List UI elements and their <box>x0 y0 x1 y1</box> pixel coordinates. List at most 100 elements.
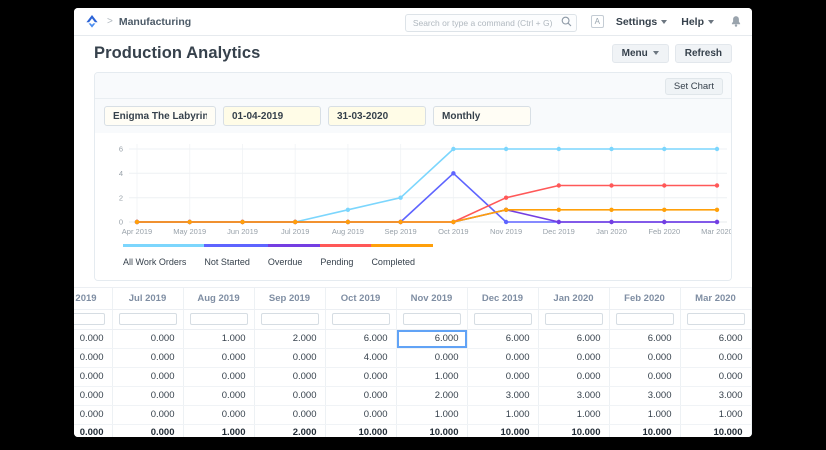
table-cell[interactable]: 0.000 <box>112 367 184 387</box>
table-cell[interactable]: 6.000 <box>325 329 397 349</box>
table-cell[interactable]: 0.000 <box>254 348 326 368</box>
svg-text:Dec 2019: Dec 2019 <box>543 227 575 236</box>
table-cell[interactable]: 0.000 <box>112 423 184 437</box>
table-cell[interactable]: 0.000 <box>538 348 610 368</box>
table-cell[interactable]: 0.000 <box>325 367 397 387</box>
column-filter-input[interactable] <box>544 312 603 325</box>
table-cell[interactable]: 0.000 <box>254 405 326 425</box>
set-chart-button[interactable]: Set Chart <box>664 78 723 95</box>
column-header[interactable]: Jun 2019 <box>74 288 113 310</box>
column-header[interactable]: Oct 2019 <box>325 288 397 310</box>
table-cell[interactable]: 1.000 <box>609 405 681 425</box>
legend-color-bar <box>267 244 321 247</box>
table-cell[interactable]: 4.000 <box>325 348 397 368</box>
column-header[interactable]: Sep 2019 <box>254 288 326 310</box>
table-cell[interactable]: 6.000 <box>680 329 752 349</box>
table-cell[interactable]: 1.000 <box>538 405 610 425</box>
help-menu[interactable]: Help <box>681 16 714 28</box>
breadcrumb[interactable]: Manufacturing <box>119 16 191 28</box>
table-cell[interactable]: 10.000 <box>325 423 397 437</box>
table-cell[interactable]: 6.000 <box>396 329 468 349</box>
table-cell[interactable]: 0.000 <box>112 405 184 425</box>
table-cell[interactable]: 1.000 <box>396 405 468 425</box>
table-cell[interactable]: 0.000 <box>538 367 610 387</box>
svg-text:Jan 2020: Jan 2020 <box>596 227 627 236</box>
settings-menu[interactable]: Settings <box>616 16 668 28</box>
app-logo-icon[interactable] <box>84 14 100 29</box>
column-header[interactable]: Aug 2019 <box>183 288 255 310</box>
table-cell[interactable]: 3.000 <box>467 386 539 406</box>
filter-range[interactable] <box>433 106 531 126</box>
column-filter-input[interactable] <box>260 312 319 325</box>
table-cell[interactable]: 0.000 <box>112 386 184 406</box>
table-cell[interactable]: 10.000 <box>396 423 468 437</box>
filter-to-date[interactable] <box>328 106 426 126</box>
column-filter-input[interactable] <box>118 312 177 325</box>
table-cell[interactable]: 0.000 <box>609 367 681 387</box>
table-cell[interactable]: 0.000 <box>680 367 752 387</box>
table-cell[interactable]: 1.000 <box>467 405 539 425</box>
column-filter-input[interactable] <box>686 312 745 325</box>
shortcut-a-badge[interactable]: A <box>590 15 604 28</box>
column-filter-input[interactable] <box>331 312 390 325</box>
table-cell[interactable]: 1.000 <box>183 423 255 437</box>
column-filter-input[interactable] <box>473 312 532 325</box>
table-cell[interactable]: 3.000 <box>538 386 610 406</box>
table-cell[interactable]: 0.000 <box>183 367 255 387</box>
table-cell[interactable]: 3.000 <box>609 386 681 406</box>
table-cell[interactable]: 1.000 <box>396 367 468 387</box>
filter-company[interactable] <box>104 106 216 126</box>
table-cell[interactable]: 6.000 <box>609 329 681 349</box>
table-cell[interactable]: 2.000 <box>254 329 326 349</box>
column-filter-input[interactable] <box>402 312 461 325</box>
table-cell[interactable]: 10.000 <box>467 423 539 437</box>
refresh-button[interactable]: Refresh <box>674 43 732 63</box>
svg-text:Jun 2019: Jun 2019 <box>227 227 258 236</box>
table-cell[interactable]: 0.000 <box>325 405 397 425</box>
column-filter-input[interactable] <box>74 312 106 325</box>
table-cell[interactable]: 0.000 <box>254 367 326 387</box>
table-cell[interactable]: 6.000 <box>538 329 610 349</box>
table-cell[interactable]: 0.000 <box>183 405 255 425</box>
table-cell[interactable]: 0.000 <box>74 405 113 425</box>
table-cell[interactable]: 6.000 <box>467 329 539 349</box>
column-header[interactable]: Jan 2020 <box>538 288 610 310</box>
column-filter-input[interactable] <box>189 312 248 325</box>
table-cell[interactable]: 0.000 <box>325 386 397 406</box>
table-cell[interactable]: 10.000 <box>609 423 681 437</box>
table-cell[interactable]: 0.000 <box>74 386 113 406</box>
column-filter-input[interactable] <box>615 312 674 325</box>
column-header[interactable]: Feb 2020 <box>609 288 681 310</box>
table-cell[interactable]: 0.000 <box>183 386 255 406</box>
column-header[interactable]: Dec 2019 <box>467 288 539 310</box>
table-cell[interactable]: 0.000 <box>112 329 184 349</box>
table-cell[interactable]: 0.000 <box>254 386 326 406</box>
table-cell[interactable]: 10.000 <box>680 423 752 437</box>
table-cell[interactable]: 2.000 <box>396 386 468 406</box>
table-cell[interactable]: 3.000 <box>680 386 752 406</box>
table-cell[interactable]: 0.000 <box>74 329 113 349</box>
menu-button[interactable]: Menu <box>611 43 669 63</box>
report-datatable: Jun 2019Jul 2019Aug 2019Sep 2019Oct 2019… <box>74 287 752 437</box>
legend-label: Completed <box>371 257 415 267</box>
search-input[interactable] <box>404 13 577 32</box>
table-cell[interactable]: 0.000 <box>74 423 113 437</box>
table-cell[interactable]: 0.000 <box>183 348 255 368</box>
notifications-bell-icon[interactable] <box>730 15 742 28</box>
table-cell[interactable]: 2.000 <box>254 423 326 437</box>
table-cell[interactable]: 0.000 <box>396 348 468 368</box>
table-cell[interactable]: 0.000 <box>112 348 184 368</box>
table-cell[interactable]: 0.000 <box>680 348 752 368</box>
column-header[interactable]: Jul 2019 <box>112 288 184 310</box>
table-cell[interactable]: 0.000 <box>74 367 113 387</box>
table-cell[interactable]: 0.000 <box>467 348 539 368</box>
table-cell[interactable]: 1.000 <box>680 405 752 425</box>
table-cell[interactable]: 0.000 <box>467 367 539 387</box>
filter-from-date[interactable] <box>223 106 321 126</box>
table-cell[interactable]: 1.000 <box>183 329 255 349</box>
table-cell[interactable]: 10.000 <box>538 423 610 437</box>
column-header[interactable]: Nov 2019 <box>396 288 468 310</box>
table-cell[interactable]: 0.000 <box>609 348 681 368</box>
column-header[interactable]: Mar 2020 <box>680 288 752 310</box>
table-cell[interactable]: 0.000 <box>74 348 113 368</box>
